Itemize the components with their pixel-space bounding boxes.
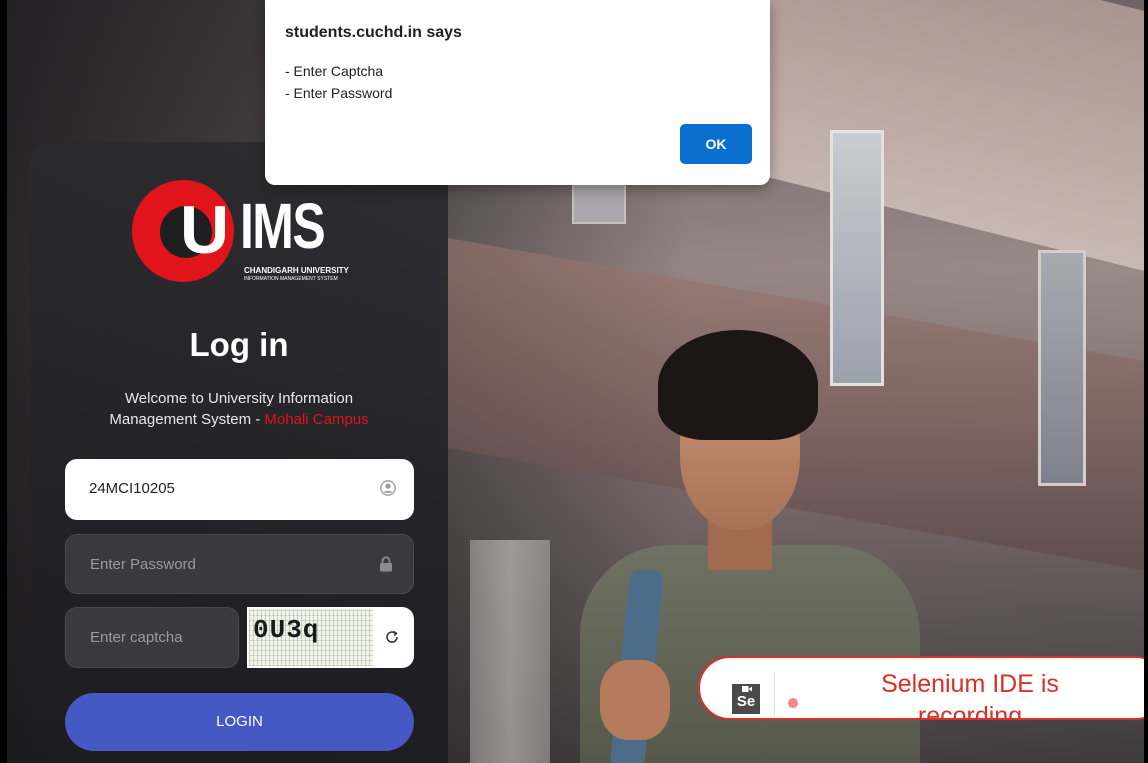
- password-placeholder: Enter Password: [90, 556, 196, 573]
- building-window: [572, 180, 626, 224]
- logo-u-letter: U: [180, 192, 230, 268]
- building-pillar: [470, 540, 550, 763]
- captcha-placeholder: Enter captcha: [90, 629, 183, 646]
- welcome-line-1: Welcome to University Information: [124, 390, 354, 407]
- lock-icon: [380, 556, 392, 572]
- student-hand: [600, 660, 670, 740]
- captcha-image: 0U3q: [249, 609, 373, 666]
- captcha-code: 0U3q: [253, 615, 320, 645]
- dialog-ok-button[interactable]: OK: [680, 124, 752, 164]
- login-title: Log in: [189, 326, 289, 363]
- selenium-recording-badge: Se Selenium IDE is recording: [698, 656, 1148, 720]
- campus-name: Mohali Campus: [264, 411, 369, 428]
- logo-subtitle-small: INFORMATION MANAGEMENT SYSTEM: [244, 276, 338, 282]
- login-button[interactable]: LOGIN: [65, 693, 414, 751]
- window-edge: [0, 0, 7, 763]
- building-window: [1038, 250, 1086, 486]
- logo-subtitle: CHANDIGARH UNIVERSITY: [244, 266, 349, 275]
- logo-wordmark: IMS: [240, 190, 326, 262]
- camera-icon: [742, 686, 752, 692]
- refresh-icon[interactable]: [384, 629, 400, 645]
- badge-divider: [774, 672, 775, 716]
- record-dot-icon: [788, 698, 798, 708]
- window-edge: [1144, 0, 1148, 763]
- captcha-input[interactable]: Enter captcha: [65, 607, 239, 668]
- username-input[interactable]: 24MCI10205: [65, 459, 414, 520]
- username-value: 24MCI10205: [89, 480, 175, 497]
- cuims-logo: U IMS CHANDIGARH UNIVERSITY INFORMATION …: [128, 178, 358, 298]
- dialog-message-line: - Enter Captcha: [285, 63, 384, 79]
- selenium-status-text: Selenium IDE is recording: [881, 670, 1059, 720]
- password-input[interactable]: Enter Password: [65, 534, 414, 594]
- welcome-line-2: Management System - Mohali Campus: [109, 411, 369, 428]
- screen: U IMS CHANDIGARH UNIVERSITY INFORMATION …: [0, 0, 1148, 763]
- dialog-message-line: - Enter Password: [285, 85, 393, 101]
- welcome-text: Welcome to University Information Manage…: [30, 388, 448, 430]
- alert-dialog: students.cuchd.in says - Enter Captcha -…: [265, 0, 770, 185]
- user-icon: [380, 480, 396, 496]
- dialog-title: students.cuchd.in says: [285, 24, 462, 41]
- captcha-box: 0U3q: [247, 607, 414, 668]
- student-hair: [658, 330, 818, 440]
- dialog-message: - Enter Captcha - Enter Password: [285, 60, 392, 104]
